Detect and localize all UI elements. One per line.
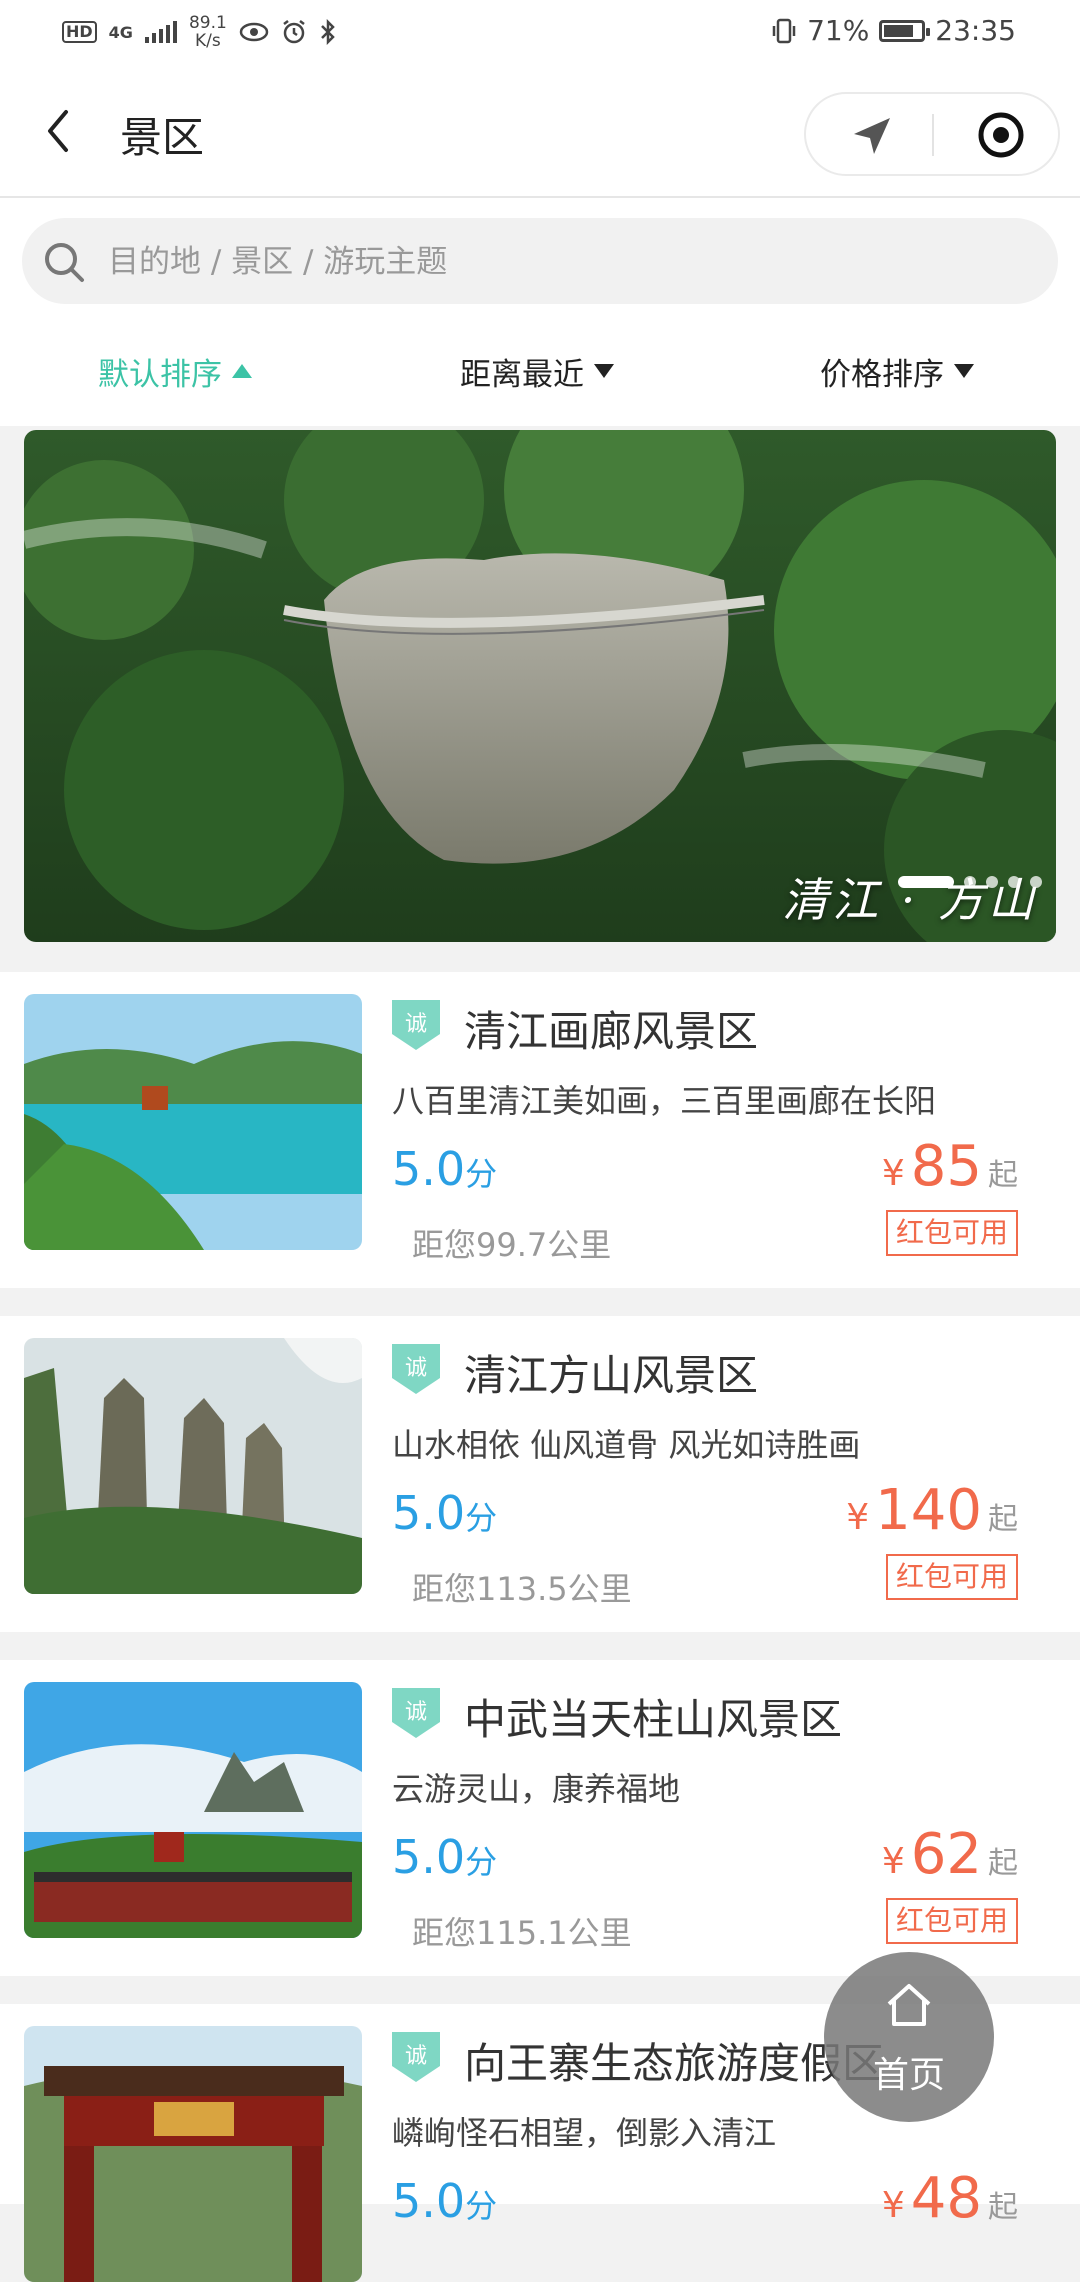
search-sort-area: 默认排序 距离最近 价格排序	[0, 198, 1080, 426]
sort-default[interactable]: 默认排序	[98, 336, 252, 406]
sort-up-icon	[232, 364, 252, 378]
search-icon	[45, 243, 84, 282]
close-target-icon[interactable]	[976, 110, 1026, 160]
spot-desc: 山水相依 仙风道骨 风光如诗胜画	[392, 1426, 861, 1464]
alarm-icon	[283, 20, 305, 44]
sort-down-icon	[594, 364, 614, 378]
spot-thumbnail	[24, 2026, 362, 2282]
credit-badge: 诚	[392, 1688, 440, 1738]
spot-thumbnail	[24, 1338, 362, 1594]
back-arrow-icon[interactable]	[40, 106, 80, 156]
carousel-dot	[1008, 876, 1020, 888]
carousel-indicator	[898, 876, 1042, 888]
spot-card[interactable]: 诚 清江方山风景区 山水相依 仙风道骨 风光如诗胜画 5.0分 ¥140 起 红包…	[0, 1316, 1080, 1632]
battery-icon	[879, 19, 931, 42]
search-box[interactable]	[22, 218, 1058, 306]
sort-distance[interactable]: 距离最近	[460, 336, 614, 406]
search-input[interactable]	[106, 218, 1010, 306]
home-label: 首页	[872, 2055, 945, 2096]
credit-badge: 诚	[392, 2032, 440, 2082]
spot-desc: 云游灵山，康养福地	[392, 1770, 681, 1808]
location-arrow-icon[interactable]	[850, 114, 894, 158]
sort-default-label: 默认排序	[98, 356, 222, 393]
carousel-dot	[964, 876, 976, 888]
spot-price: ¥48 起	[881, 2166, 1018, 2231]
bluetooth-icon	[320, 19, 335, 45]
mini-program-capsule	[804, 92, 1060, 176]
coupon-badge: 红包可用	[885, 1554, 1018, 1600]
home-float-button[interactable]: 首页	[824, 1952, 994, 2122]
battery-percent: 71%	[807, 14, 870, 47]
sort-down-icon	[954, 364, 974, 378]
spot-score: 5.0分	[392, 1142, 498, 1196]
page-title: 景区	[120, 113, 205, 162]
carousel-dot	[1030, 876, 1042, 888]
spot-name: 向王寨生态旅游度假区	[464, 2039, 885, 2088]
status-bar: HD 4G 89.1 K/s 71% 23:35	[0, 0, 1080, 66]
spot-distance: 距您99.7公里	[412, 1226, 612, 1264]
coupon-badge: 红包可用	[885, 1210, 1018, 1256]
eye-icon	[239, 22, 269, 42]
banner-carousel[interactable]: 清江 · 方山	[24, 430, 1056, 942]
spot-thumbnail	[24, 1682, 362, 1938]
spot-thumbnail	[24, 994, 362, 1250]
network-type: 4G	[108, 22, 133, 42]
carousel-dot	[898, 876, 954, 888]
spot-name: 清江画廊风景区	[464, 1007, 759, 1056]
capsule-divider	[932, 114, 934, 156]
spot-desc: 嶙峋怪石相望，倒影入清江	[392, 2114, 777, 2152]
spot-card[interactable]: 诚 清江画廊风景区 八百里清江美如画，三百里画廊在长阳 5.0分 ¥85 起 红包…	[0, 972, 1080, 1288]
credit-badge: 诚	[392, 1344, 440, 1394]
sort-price[interactable]: 价格排序	[820, 336, 974, 406]
banner-caption: 清江 · 方山	[782, 873, 1038, 927]
hd-indicator: HD	[62, 21, 97, 43]
network-speed: 89.1 K/s	[188, 13, 227, 51]
sort-distance-label: 距离最近	[460, 356, 584, 393]
credit-badge: 诚	[392, 1000, 440, 1050]
sort-tabs: 默认排序 距离最近 价格排序	[0, 336, 1080, 406]
sort-price-label: 价格排序	[820, 356, 944, 393]
spot-price: ¥62 起	[881, 1822, 1018, 1887]
spot-score: 5.0分	[392, 1830, 498, 1884]
spot-distance: 距您115.1公里	[412, 1914, 632, 1952]
spot-name: 清江方山风景区	[464, 1351, 759, 1400]
clock: 23:35	[935, 14, 1016, 47]
spot-card[interactable]: 诚 中武当天柱山风景区 云游灵山，康养福地 5.0分 ¥62 起 红包可用 距您1…	[0, 1660, 1080, 1976]
spot-price: ¥85 起	[881, 1134, 1018, 1199]
spot-price: ¥140 起	[846, 1478, 1018, 1543]
spot-score: 5.0分	[392, 1486, 498, 1540]
coupon-badge: 红包可用	[885, 1898, 1018, 1944]
spot-score: 5.0分	[392, 2174, 498, 2228]
nav-bar: 景区	[0, 66, 1080, 198]
carousel-dot	[986, 876, 998, 888]
spot-distance: 距您113.5公里	[412, 1570, 632, 1608]
vibrate-icon	[772, 18, 796, 43]
home-icon	[887, 1984, 931, 2026]
spot-desc: 八百里清江美如画，三百里画廊在长阳	[392, 1082, 937, 1120]
signal-icon	[144, 21, 177, 43]
spot-name: 中武当天柱山风景区	[464, 1695, 843, 1744]
